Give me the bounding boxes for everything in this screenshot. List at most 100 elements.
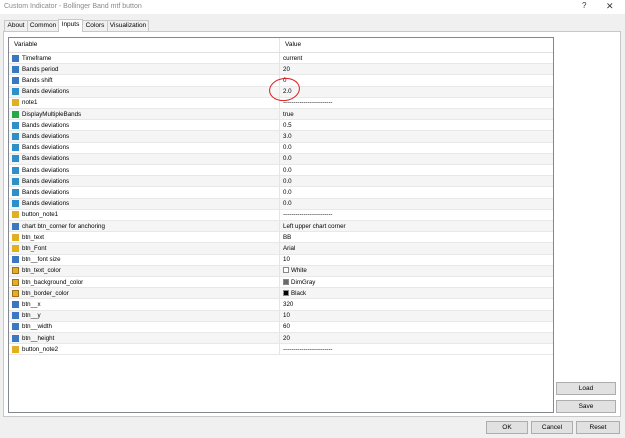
variable-value[interactable]: White	[283, 267, 307, 274]
tab-inputs[interactable]: Inputs	[58, 19, 83, 32]
double-icon	[12, 188, 19, 196]
value-text: 0.0	[283, 177, 292, 185]
variable-value[interactable]: 2.0	[283, 88, 292, 95]
string-icon	[12, 345, 19, 353]
column-divider	[279, 209, 280, 221]
table-row[interactable]: Bands deviations 2.0	[9, 86, 553, 98]
variable-value[interactable]: 0.0	[283, 144, 292, 151]
variable-value[interactable]: 20	[283, 66, 290, 73]
table-row[interactable]: Bands deviations 0.0	[9, 198, 553, 210]
table-row[interactable]: Bands deviations 3.0	[9, 131, 553, 143]
column-divider	[279, 288, 280, 300]
variable-value[interactable]: 0	[283, 77, 286, 84]
variable-value[interactable]: ------------------------	[283, 99, 332, 106]
reset-button[interactable]: Reset	[576, 421, 620, 434]
cancel-button[interactable]: Cancel	[531, 421, 573, 434]
table-row[interactable]: DisplayMultipleBands true	[9, 109, 553, 121]
value-text: Black	[291, 289, 307, 297]
variable-value[interactable]: Black	[283, 289, 307, 297]
variable-value[interactable]: 0.0	[283, 178, 292, 185]
variable-name: Bands deviations	[22, 144, 70, 152]
save-button[interactable]: Save	[556, 400, 616, 413]
table-row[interactable]: chart btn_corner for anchoring Left upper…	[9, 221, 553, 233]
value-text: ------------------------	[283, 345, 333, 353]
variable-value[interactable]: DimGray	[283, 278, 315, 286]
value-text: 3.0	[283, 132, 292, 140]
grid-header: Variable Value	[9, 38, 553, 53]
table-row[interactable]: button_note2 ------------------------	[9, 344, 553, 356]
variable-value[interactable]: 60	[283, 323, 290, 330]
column-divider	[279, 187, 280, 199]
table-row[interactable]: btn_Font Arial	[9, 243, 553, 255]
variable-value[interactable]: BB	[283, 234, 291, 241]
value-text: White	[291, 267, 307, 275]
column-divider	[279, 310, 280, 322]
variable-name: Timeframe	[22, 54, 52, 62]
variable-name: btn__height	[22, 334, 55, 342]
header-value[interactable]: Value	[285, 41, 301, 48]
column-divider	[279, 198, 280, 210]
tab-visualization[interactable]: Visualization	[107, 20, 149, 31]
table-row[interactable]: Bands deviations 0.0	[9, 153, 553, 165]
table-row[interactable]: btn_text BB	[9, 232, 553, 244]
table-row[interactable]: Bands shift 0	[9, 75, 553, 87]
tab-colors[interactable]: Colors	[82, 20, 108, 31]
variable-value[interactable]: 0.5	[283, 122, 292, 129]
string-icon	[12, 244, 19, 252]
variable-value[interactable]: true	[283, 111, 294, 118]
column-divider	[279, 97, 280, 109]
variable-name: Bands deviations	[22, 166, 70, 174]
variable-value[interactable]: 10	[283, 256, 290, 263]
column-divider	[279, 321, 280, 333]
variable-value[interactable]: 0.0	[283, 189, 292, 196]
variable-value[interactable]: 10	[283, 312, 290, 319]
table-row[interactable]: btn__height 20	[9, 333, 553, 345]
column-divider	[279, 86, 280, 98]
table-row[interactable]: btn__font size 10	[9, 254, 553, 266]
variable-value[interactable]: Left upper chart corner	[283, 223, 346, 230]
table-row[interactable]: btn__x 320	[9, 299, 553, 311]
header-variable[interactable]: Variable	[14, 41, 37, 48]
column-divider	[279, 165, 280, 176]
variable-value[interactable]: current	[283, 55, 302, 62]
table-row[interactable]: Timeframe current	[9, 53, 553, 65]
table-row[interactable]: Bands deviations 0.0	[9, 176, 553, 188]
variable-value[interactable]: 20	[283, 335, 290, 342]
column-divider	[279, 333, 280, 344]
integer-icon	[12, 76, 19, 84]
ok-button[interactable]: OK	[486, 421, 528, 434]
tab-common[interactable]: Common	[27, 20, 59, 31]
table-row[interactable]: button_note1 ------------------------	[9, 209, 553, 221]
value-text: Arial	[283, 244, 296, 252]
table-row[interactable]: note1 ------------------------	[9, 97, 553, 109]
table-row[interactable]: btn_border_color Black	[9, 288, 553, 300]
variable-name: btn_text	[22, 233, 45, 241]
table-row[interactable]: btn__y 10	[9, 310, 553, 322]
variable-value[interactable]: 0.0	[283, 155, 292, 162]
table-row[interactable]: Bands deviations 0.0	[9, 187, 553, 199]
variable-value[interactable]: 0.0	[283, 167, 292, 174]
table-row[interactable]: btn_text_color White	[9, 265, 553, 277]
load-button[interactable]: Load	[556, 382, 616, 395]
variable-value[interactable]: Arial	[283, 245, 295, 252]
table-row[interactable]: Bands deviations 0.0	[9, 142, 553, 154]
close-icon[interactable]: ✕	[606, 1, 614, 12]
table-row[interactable]: Bands period 20	[9, 64, 553, 76]
table-row[interactable]: Bands deviations 0.0	[9, 165, 553, 177]
help-icon[interactable]: ?	[582, 1, 586, 10]
inputs-grid[interactable]: Variable Value Timeframe current Bands per…	[8, 37, 554, 413]
variable-value[interactable]: 0.0	[283, 200, 292, 207]
tab-about[interactable]: About	[4, 20, 28, 31]
column-divider	[279, 265, 280, 277]
variable-value[interactable]: 3.0	[283, 133, 292, 140]
column-divider	[279, 153, 280, 165]
variable-name: Bands deviations	[22, 155, 70, 163]
variable-name: btn__font size	[22, 256, 61, 264]
table-row[interactable]: btn_background_color DimGray	[9, 277, 553, 289]
integer-icon	[12, 256, 19, 264]
variable-value[interactable]: 320	[283, 301, 293, 308]
variable-value[interactable]: ------------------------	[283, 211, 332, 218]
table-row[interactable]: btn__width 60	[9, 321, 553, 333]
table-row[interactable]: Bands deviations 0.5	[9, 120, 553, 132]
variable-value[interactable]: ------------------------	[283, 346, 332, 353]
